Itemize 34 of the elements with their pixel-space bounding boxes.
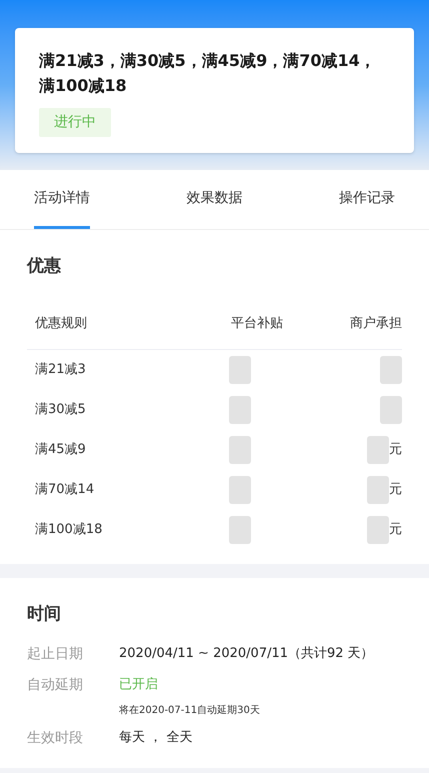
blurred-block	[380, 356, 402, 384]
status-badge: 进行中	[39, 108, 111, 137]
blurred-block	[229, 516, 251, 544]
blurred-block	[229, 396, 251, 424]
blurred-block	[380, 396, 402, 424]
table-cell-text: 元	[389, 480, 402, 499]
field-label: 生效时段	[27, 728, 84, 748]
field-note: 将在2020-07-11自动延期30天	[119, 704, 261, 718]
blurred-block	[367, 516, 389, 544]
tab[interactable]: 效果数据	[186, 170, 242, 229]
field-label: 起止日期	[27, 645, 84, 664]
field-value: 已开启	[119, 676, 159, 694]
table-cell-text: 满100减18	[35, 520, 104, 539]
field-value: 2020/04/11 ~ 2020/07/11（共计92 天）	[119, 645, 375, 663]
field-value: 每天 ， 全天	[119, 728, 194, 746]
column-header: 商户承担	[349, 315, 402, 334]
blurred-block	[229, 436, 251, 464]
blurred-block	[229, 476, 251, 504]
tab[interactable]: 操作记录	[339, 170, 395, 229]
blurred-block	[229, 356, 251, 384]
table-cell-text: 满70减14	[35, 480, 96, 499]
table-cell-text: 元	[389, 520, 402, 539]
column-header: 优惠规则	[35, 315, 88, 334]
table-cell-text: 满21减3	[35, 360, 87, 379]
section-heading: 优惠	[27, 255, 62, 278]
table-cell-text: 元	[389, 440, 402, 459]
section-heading: 时间	[27, 602, 62, 626]
column-header: 平台补贴	[230, 315, 284, 334]
table-cell-text: 满30减5	[35, 400, 87, 419]
blurred-block	[367, 436, 389, 464]
field-label: 自动延期	[27, 676, 84, 695]
activity-title: 满21减3，满30减5，满45减9，满70减14，满100减18	[39, 50, 377, 97]
table-cell-text: 满45减9	[35, 440, 87, 459]
blurred-block	[367, 476, 389, 504]
